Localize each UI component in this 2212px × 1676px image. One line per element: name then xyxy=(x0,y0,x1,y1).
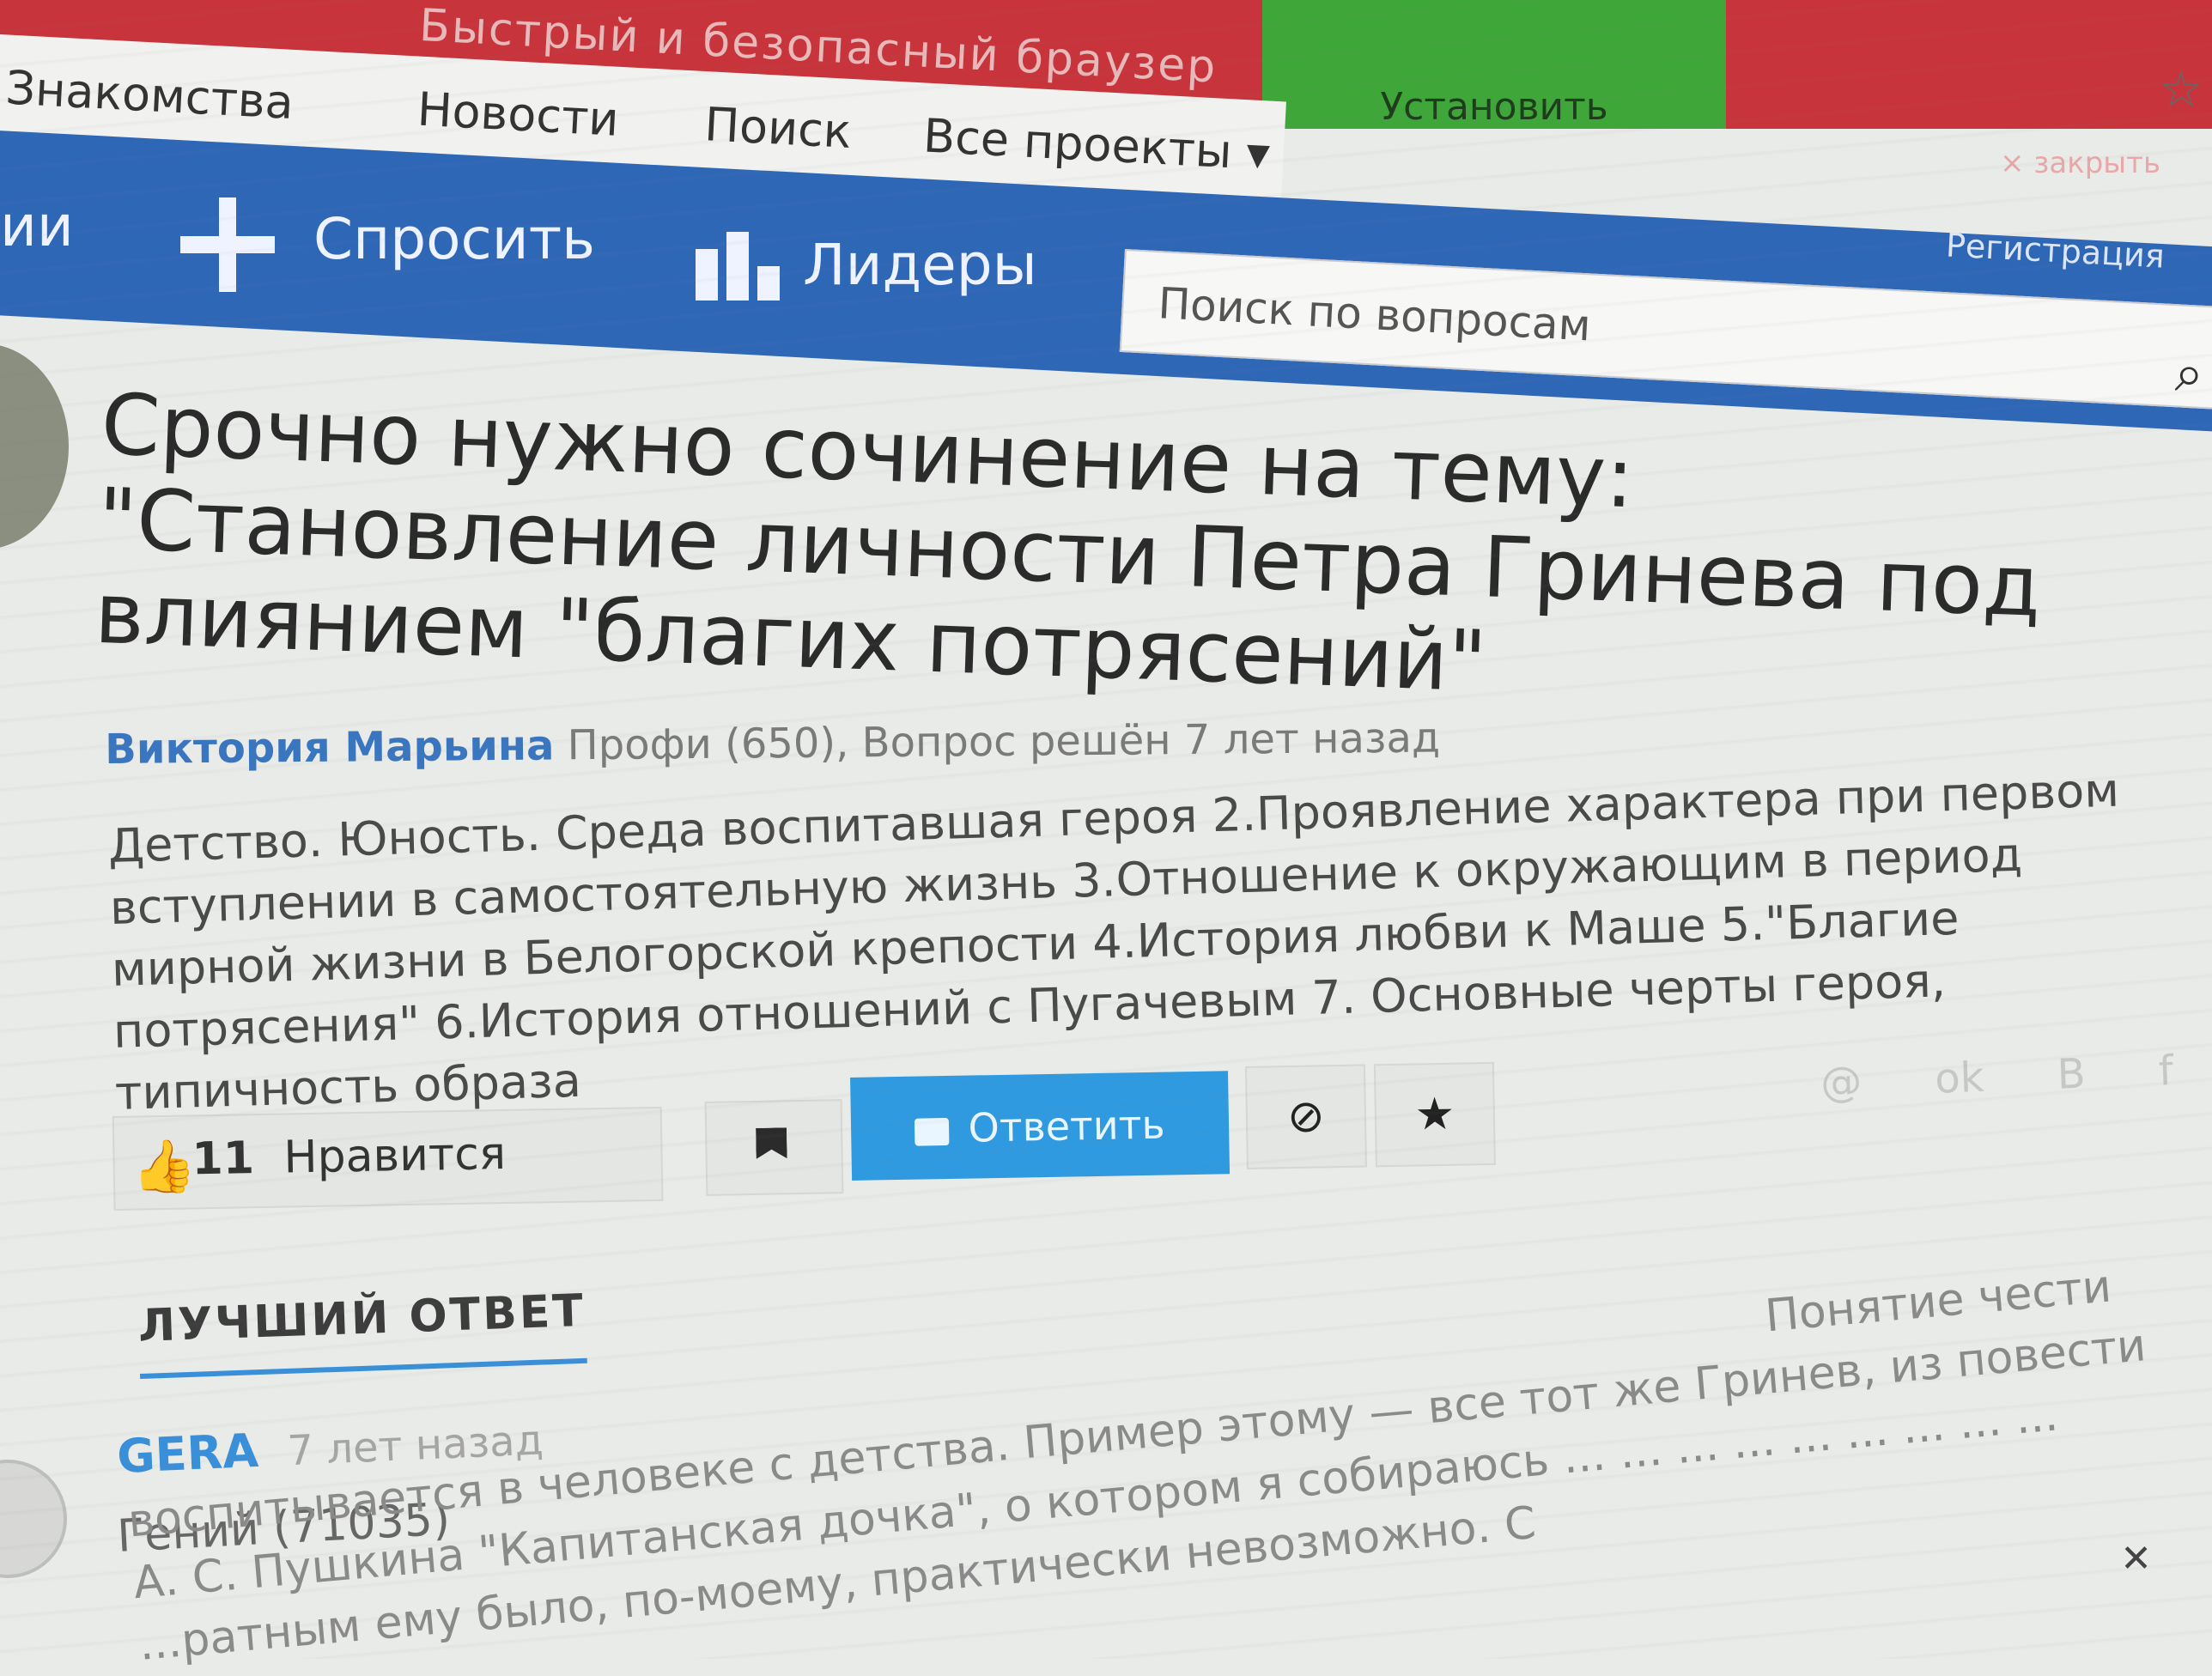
reply-label: Ответить xyxy=(968,1101,1166,1151)
speech-bubble-icon xyxy=(915,1117,950,1146)
bookmark-star-icon[interactable]: ☆ xyxy=(2159,60,2203,118)
plus-icon xyxy=(180,197,275,292)
bookmark-button[interactable] xyxy=(704,1099,844,1196)
favorite-button[interactable]: ★ xyxy=(1373,1061,1496,1168)
nav-item-all-projects[interactable]: Все проекты ▾ xyxy=(922,108,1272,180)
bar-chart-icon xyxy=(696,232,781,301)
like-label: Нравится xyxy=(283,1128,507,1184)
question-title: Срочно нужно сочинение на тему: "Становл… xyxy=(93,376,2043,712)
question-meta-text: Профи (650), Вопрос решён 7 лет назад xyxy=(567,714,1441,770)
ok-share-icon[interactable]: ok xyxy=(1934,1054,1984,1103)
like-count: 11 xyxy=(191,1133,255,1186)
best-answer-tab[interactable]: ЛУЧШИЙ ОТВЕТ xyxy=(137,1284,587,1379)
ask-link[interactable]: Спросить xyxy=(313,206,595,272)
nav-item-dating[interactable]: Знакомства xyxy=(4,60,295,129)
bookmark-icon xyxy=(756,1127,787,1159)
answer-author-avatar[interactable] xyxy=(0,1460,67,1578)
reply-button[interactable]: Ответить xyxy=(850,1071,1231,1181)
thumbs-up-icon: 👍 xyxy=(131,1136,198,1198)
vk-share-icon[interactable]: В xyxy=(2057,1050,2087,1099)
header-partial-link[interactable]: ии xyxy=(0,193,74,259)
question-author-avatar[interactable] xyxy=(0,343,69,550)
report-button[interactable]: ⊘ xyxy=(1244,1064,1367,1169)
promo-close-link[interactable]: × закрыть xyxy=(2000,146,2160,180)
nav-item-news[interactable]: Новости xyxy=(416,82,620,147)
question-actions: 👍 11 Нравится Ответить ⊘ ★ xyxy=(112,1058,1496,1228)
close-icon[interactable]: ✕ xyxy=(2120,1537,2152,1581)
install-button[interactable]: Установить xyxy=(1262,0,1726,129)
question-meta: Виктория Марьина Профи (650), Вопрос реш… xyxy=(105,714,1440,774)
leaders-link[interactable]: Лидеры xyxy=(803,232,1037,298)
mail-share-icon[interactable]: @ xyxy=(1820,1058,1863,1108)
like-button[interactable]: 👍 11 Нравится xyxy=(112,1106,664,1211)
question-author-link[interactable]: Виктория Марьина xyxy=(105,721,555,774)
search-icon[interactable]: ⌕ xyxy=(2174,343,2203,404)
nav-item-search[interactable]: Поиск xyxy=(703,97,853,159)
facebook-share-icon[interactable]: f xyxy=(2158,1047,2174,1096)
